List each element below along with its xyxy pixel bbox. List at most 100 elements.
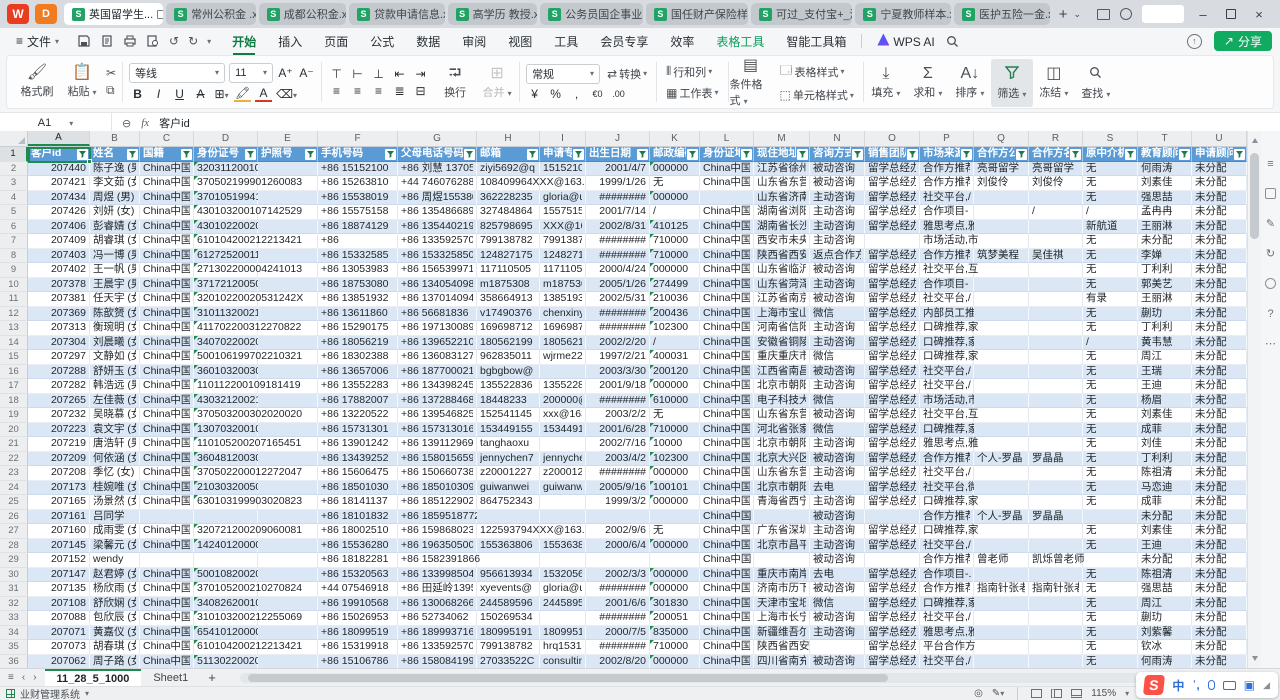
doc-tab-5[interactable]: S公务员国企事业单... <box>540 3 643 25</box>
cell-S33[interactable]: 无 <box>1083 611 1138 626</box>
cell-D29[interactable] <box>194 553 258 568</box>
cell-N26[interactable]: 被动咨询 <box>810 510 865 525</box>
cell-A25[interactable]: 207165 <box>28 495 90 510</box>
sheet-tab-11_28_5_1000[interactable]: 11_28_5_1000 <box>45 669 142 686</box>
cell-Q3[interactable]: 刘俊伶 <box>974 176 1029 191</box>
header-cell-E[interactable]: 护照号 <box>258 147 318 162</box>
column-header-J[interactable]: J <box>586 131 650 146</box>
cell-R31[interactable]: 指南针张老 <box>1029 582 1083 597</box>
cell-C12[interactable]: China中国 <box>140 307 194 322</box>
cell-J3[interactable]: 1999/1/26 <box>586 176 650 191</box>
cell-D35[interactable]: 610104200212213421 <box>194 640 258 655</box>
cell-R8[interactable]: 吴佳祺 <box>1029 249 1083 264</box>
menu-item-公式[interactable]: 公式 <box>359 30 405 53</box>
cell-R3[interactable]: 刘俊伶 <box>1029 176 1083 191</box>
cell-H26[interactable] <box>477 510 540 525</box>
cell-B10[interactable]: 王晨宇 (男 <box>90 278 140 293</box>
cell-J33[interactable]: ######## <box>586 611 650 626</box>
output-icon[interactable] <box>100 34 114 48</box>
header-cell-J[interactable]: 出生日期 <box>586 147 650 162</box>
cell-C29[interactable] <box>140 553 194 568</box>
cell-T4[interactable]: 强思喆 <box>1138 191 1192 206</box>
cell-H22[interactable]: jennychen7 <box>477 452 540 467</box>
cell-I21[interactable] <box>540 437 586 452</box>
cell-K2[interactable]: 000000 <box>650 162 700 177</box>
cell-B7[interactable]: 胡睿琪 (女 <box>90 234 140 249</box>
cell-B3[interactable]: 李文茹 (女 <box>90 176 140 191</box>
cell-M11[interactable]: 江苏省南京 <box>754 292 810 307</box>
cell-I34[interactable]: 180995191 <box>540 626 586 641</box>
cell-K9[interactable]: 000000 <box>650 263 700 278</box>
cell-H35[interactable]: 799138782 <box>477 640 540 655</box>
cell-O20[interactable]: 留学总经办 <box>865 423 920 438</box>
cell-H27[interactable]: 122593794XXX@163. <box>477 524 540 539</box>
cell-S16[interactable]: 无 <box>1083 365 1138 380</box>
menu-item-工具[interactable]: 工具 <box>543 30 589 53</box>
menu-item-视图[interactable]: 视图 <box>497 30 543 53</box>
sheet-next-icon[interactable]: › <box>33 672 36 683</box>
cell-A17[interactable]: 207282 <box>28 379 90 394</box>
page-layout-view-icon[interactable] <box>1051 689 1062 698</box>
cell-I11[interactable]: 138519326 <box>540 292 586 307</box>
cell-M5[interactable]: 湖南省浏阳 <box>754 205 810 220</box>
column-header-E[interactable]: E <box>258 131 318 146</box>
cell-I35[interactable]: hrq153199 <box>540 640 586 655</box>
cell-G12[interactable]: +86 56681836 <box>398 307 477 322</box>
cell-H17[interactable]: 135522836 <box>477 379 540 394</box>
cell-F3[interactable]: +86 15263810 <box>318 176 398 191</box>
cell-Q11[interactable] <box>974 292 1029 307</box>
cell-F22[interactable]: +86 13439252 <box>318 452 398 467</box>
cell-C15[interactable]: China中国 <box>140 350 194 365</box>
decrease-decimal-button[interactable]: .00 <box>610 89 627 99</box>
cell-F13[interactable]: +86 15290175 <box>318 321 398 336</box>
cell-P10[interactable]: 合作项目- <box>920 278 974 293</box>
undo-icon[interactable]: ↺ <box>169 34 179 48</box>
cell-G9[interactable]: +86 1565399710 <box>398 263 477 278</box>
strikethrough-button[interactable]: A <box>192 87 209 101</box>
cell-R9[interactable] <box>1029 263 1083 278</box>
cell-I6[interactable]: XXX@163. <box>540 220 586 235</box>
cell-L2[interactable]: China中国 <box>700 162 754 177</box>
cell-Q23[interactable] <box>974 466 1029 481</box>
cell-R2[interactable]: 亮哥留学 <box>1029 162 1083 177</box>
cell-N22[interactable]: 被动咨询 <box>810 452 865 467</box>
cell-L36[interactable]: China中国 <box>700 655 754 669</box>
column-header-K[interactable]: K <box>650 131 700 146</box>
table-style-button[interactable]: 🗔表格样式▾ <box>777 60 857 83</box>
sheet-menu-icon[interactable]: ≡ <box>8 672 14 683</box>
comment-icon[interactable] <box>1264 187 1277 200</box>
cell-Q35[interactable] <box>974 640 1029 655</box>
cell-E28[interactable] <box>258 539 318 554</box>
cell-J16[interactable]: 2003/3/30 <box>586 365 650 380</box>
cell-K32[interactable]: 301830 <box>650 597 700 612</box>
add-sheet-button[interactable]: + <box>200 670 224 685</box>
header-cell-C[interactable]: 国籍 <box>140 147 194 162</box>
cell-I3[interactable] <box>540 176 586 191</box>
cell-T13[interactable]: 丁利利 <box>1138 321 1192 336</box>
cell-P13[interactable]: 口碑推荐,家 <box>920 321 974 336</box>
cell-O26[interactable] <box>865 510 920 525</box>
cell-L25[interactable]: China中国 <box>700 495 754 510</box>
cell-T17[interactable]: 王迪 <box>1138 379 1192 394</box>
cell-K31[interactable]: 000000 <box>650 582 700 597</box>
cell-F10[interactable]: +86 18753080 <box>318 278 398 293</box>
font-size-select[interactable]: 11▾ <box>229 63 273 83</box>
cell-A9[interactable]: 207402 <box>28 263 90 278</box>
normal-view-icon[interactable] <box>1031 689 1042 698</box>
horizontal-scrollbar[interactable] <box>240 673 1264 683</box>
cell-H29[interactable] <box>477 553 540 568</box>
doc-tab-9[interactable]: S医护五险一金.xlsx <box>954 3 1050 25</box>
cell-O14[interactable]: 留学总经办 <box>865 336 920 351</box>
cell-O2[interactable]: 留学总经办 <box>865 162 920 177</box>
cell-L7[interactable]: China中国 <box>700 234 754 249</box>
cell-D11[interactable]: 32010220020531242X <box>194 292 258 307</box>
cell-U26[interactable]: 未分配 <box>1192 510 1247 525</box>
row-number-32[interactable]: 32 <box>0 597 28 612</box>
fill-button[interactable]: ⤓填充 ▾ <box>865 59 907 107</box>
cell-B30[interactable]: 赵君婷 (女 <box>90 568 140 583</box>
cell-B31[interactable]: 杨欣雨 (女 <box>90 582 140 597</box>
filter-dropdown-icon[interactable] <box>687 149 698 160</box>
cell-B16[interactable]: 舒妍玉 (女 <box>90 365 140 380</box>
cell-E11[interactable] <box>258 292 318 307</box>
cell-L29[interactable]: China中国 <box>700 553 754 568</box>
